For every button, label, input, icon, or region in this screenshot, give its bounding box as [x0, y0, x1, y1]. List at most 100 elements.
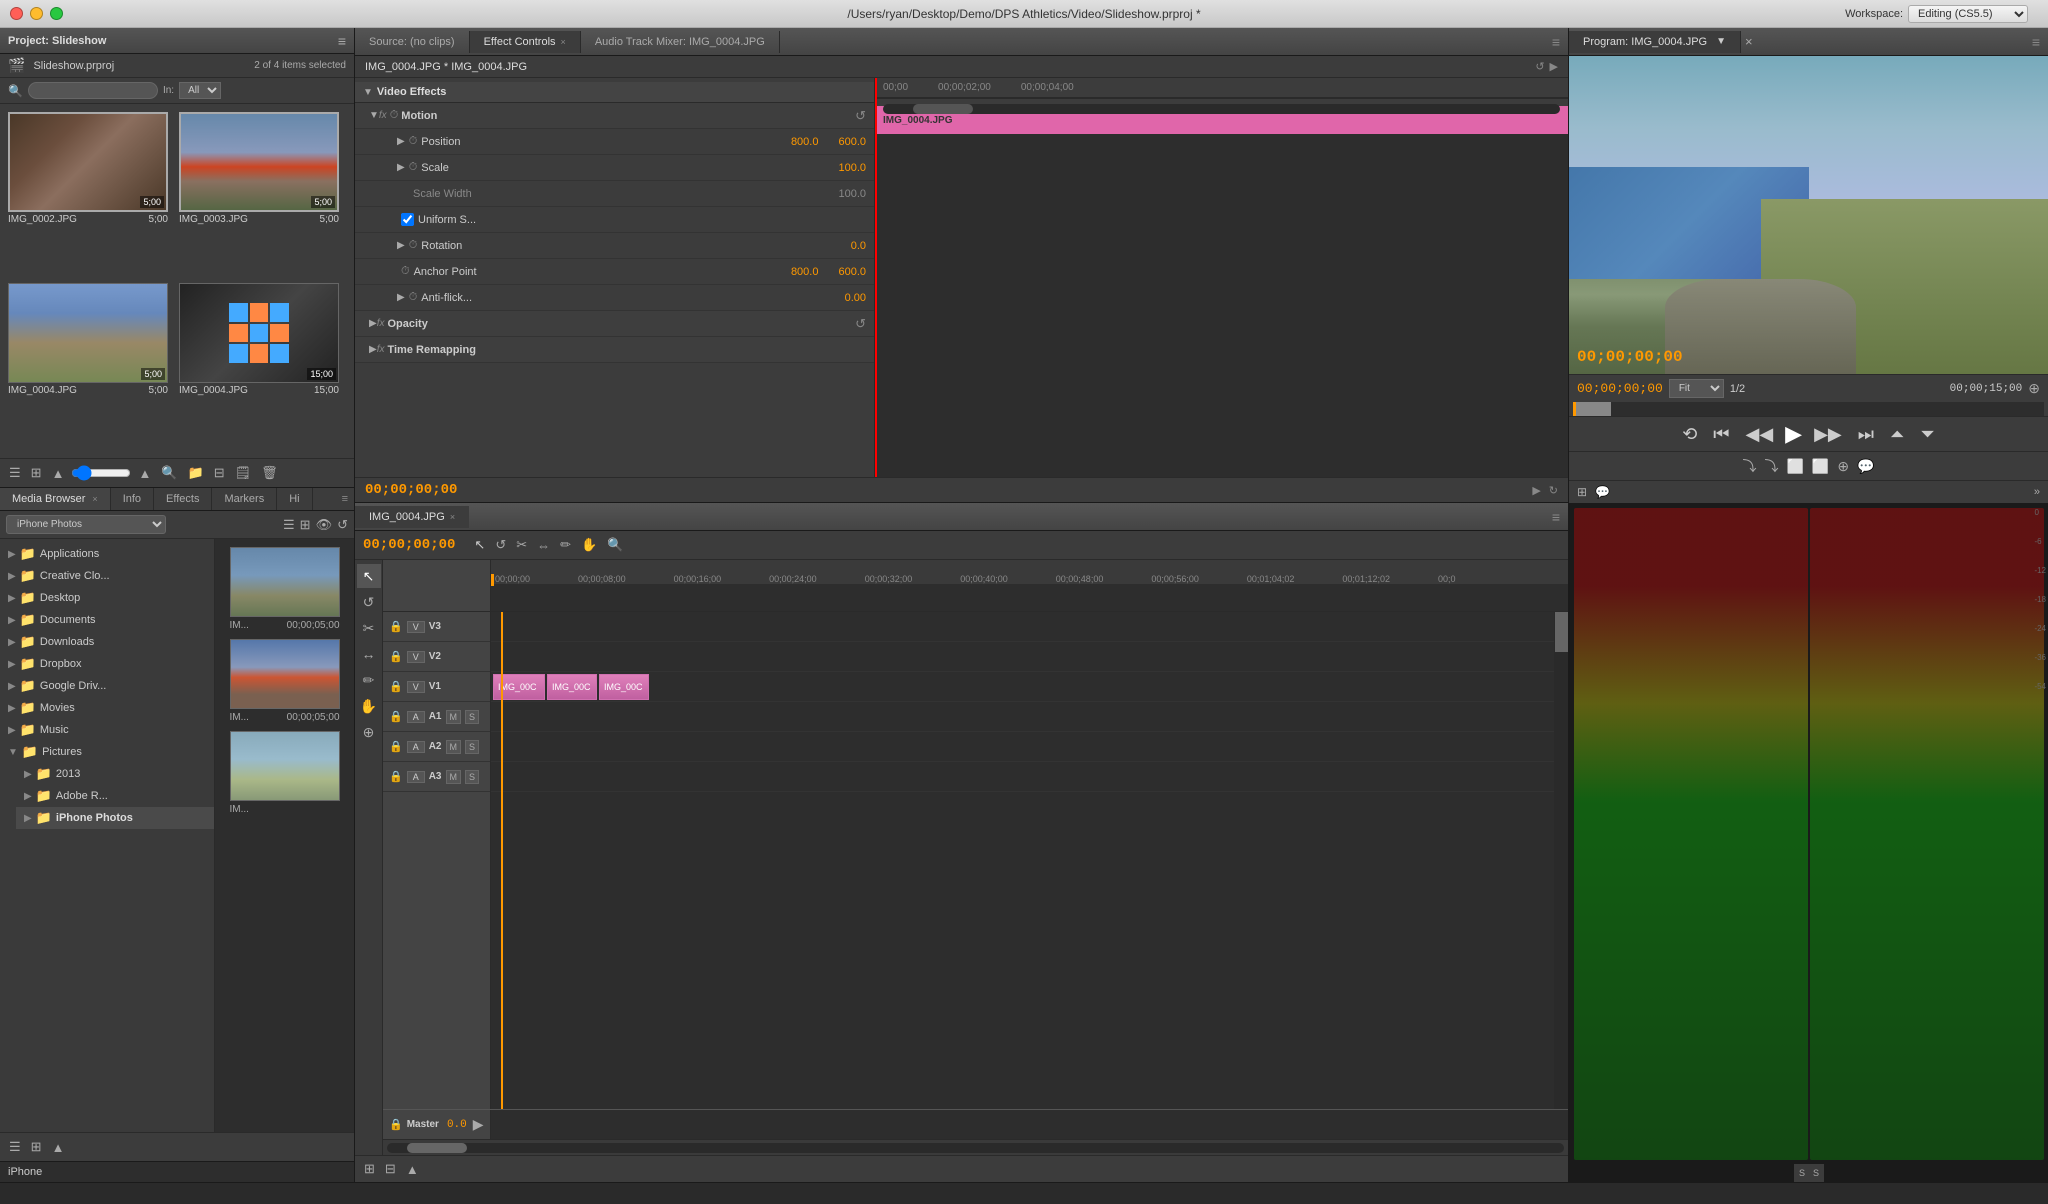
- a3-mute-btn[interactable]: M: [446, 770, 462, 784]
- tl-right-scrollbar[interactable]: [1554, 612, 1568, 1109]
- a2-toggle[interactable]: A: [407, 741, 425, 753]
- close-icon[interactable]: ×: [92, 494, 97, 504]
- antiflicker-toggle[interactable]: ▶: [397, 292, 405, 303]
- v2-toggle[interactable]: V: [407, 651, 425, 663]
- in-select[interactable]: All: [179, 82, 221, 99]
- motion-toggle[interactable]: ▼: [369, 110, 379, 121]
- maximize-button[interactable]: [50, 7, 63, 20]
- a3-toggle[interactable]: A: [407, 771, 425, 783]
- tl-tool-zoom[interactable]: ⊕: [357, 720, 381, 744]
- clear-btn[interactable]: ⊟: [211, 463, 228, 483]
- prog-extra-icon-1[interactable]: ⊞: [1577, 485, 1587, 499]
- thumbnail-image[interactable]: 15;00: [179, 283, 339, 383]
- uniform-scale-checkbox[interactable]: [401, 213, 414, 226]
- transport-step-fwd-btn[interactable]: ⏭: [1854, 422, 1878, 447]
- a1-mute-btn[interactable]: M: [446, 710, 462, 724]
- tl-track-row-v2[interactable]: [491, 642, 1554, 672]
- thumbnail-size-slider[interactable]: [71, 469, 131, 477]
- a1-solo-btn[interactable]: S: [465, 710, 479, 724]
- meter-label-s[interactable]: S: [1796, 1168, 1808, 1178]
- thumbnail-image[interactable]: 5;00: [179, 112, 339, 212]
- tl-hand-tool[interactable]: ✋: [578, 535, 600, 555]
- rotation-toggle[interactable]: ▶: [397, 240, 405, 251]
- meter-label-s2[interactable]: S: [1810, 1168, 1822, 1178]
- tl-razor-tool[interactable]: ✂: [513, 535, 530, 555]
- ec-timecode-display[interactable]: 00;00;00;00: [365, 482, 457, 498]
- prog-insert-btn[interactable]: ⤵: [1742, 456, 1756, 476]
- ec-loop-icon[interactable]: ↻: [1549, 484, 1558, 497]
- tree-item-iphone[interactable]: ▶ 📁 iPhone Photos: [16, 807, 214, 829]
- prog-comment-btn[interactable]: 💬: [1857, 458, 1874, 475]
- position-toggle[interactable]: ▶: [397, 136, 405, 147]
- tl-tab-close-icon[interactable]: ×: [450, 512, 455, 522]
- thumbnail-item[interactable]: 5;00 IMG_0002.JPG 5;00: [8, 112, 175, 279]
- tree-item-adober[interactable]: ▶ 📁 Adobe R...: [16, 785, 214, 807]
- rotation-value[interactable]: 0.0: [851, 240, 866, 252]
- tl-tool-ripple[interactable]: ↺: [357, 590, 381, 614]
- v3-lock-icon[interactable]: 🔒: [389, 620, 403, 633]
- master-send-icon[interactable]: ▶: [473, 1116, 484, 1133]
- ec-scroll-thumb[interactable]: [913, 104, 973, 114]
- antiflicker-value[interactable]: 0.00: [845, 292, 866, 304]
- thumbnail-item[interactable]: 5;00 IMG_0004.JPG 5;00: [8, 283, 175, 450]
- tl-vscroll-thumb[interactable]: [1555, 612, 1568, 652]
- close-button[interactable]: [10, 7, 23, 20]
- tl-ripple-tool[interactable]: ↺: [492, 535, 509, 555]
- tab-timeline[interactable]: IMG_0004.JPG ×: [355, 506, 469, 528]
- tab-program[interactable]: Program: IMG_0004.JPG ▼: [1569, 31, 1741, 53]
- antiflicker-row[interactable]: ▶ ⏱ Anti-flick... 0.00: [355, 285, 874, 311]
- ec-play-icon[interactable]: ▶: [1532, 484, 1540, 497]
- tl-select-tool[interactable]: ↖: [471, 535, 488, 555]
- tl-tool-slip[interactable]: ↔: [357, 642, 381, 666]
- tree-item-applications[interactable]: ▶ 📁 Applications: [0, 543, 214, 565]
- program-close-btn[interactable]: ×: [1745, 34, 1753, 49]
- media-refresh-btn[interactable]: ↺: [337, 517, 348, 533]
- ec-tab-close-icon[interactable]: ×: [561, 37, 566, 47]
- transport-mark-out-btn[interactable]: ⏷: [1916, 422, 1938, 447]
- ec-panel-menu[interactable]: ≡: [1552, 34, 1560, 50]
- position-x-value[interactable]: 800.0: [791, 136, 819, 148]
- opacity-reset-icon[interactable]: ↺: [855, 316, 866, 332]
- tl-track-row-a1[interactable]: [491, 702, 1554, 732]
- tl-panel-menu[interactable]: ≡: [1552, 509, 1560, 525]
- tree-item-creative[interactable]: ▶ 📁 Creative Clo...: [0, 565, 214, 587]
- anchor-x-value[interactable]: 800.0: [791, 266, 819, 278]
- panel-menu-icon[interactable]: ≡: [342, 493, 348, 505]
- thumbnail-item[interactable]: 15;00 IMG_0004.JPG 15;00: [179, 283, 346, 450]
- tl-ruler[interactable]: 00;00;00 00;00;08;00 00;00;16;00 00;00;2…: [491, 560, 1568, 611]
- motion-row[interactable]: ▼ fx ⏱ Motion ↺: [355, 103, 874, 129]
- freeform-view-btn[interactable]: ▲: [49, 464, 68, 483]
- time-remap-row[interactable]: ▶ fx Time Remapping: [355, 337, 874, 363]
- media-preview-item[interactable]: IM... 00;00;05;00: [223, 547, 346, 631]
- tl-settings-btn[interactable]: ⊞: [361, 1159, 378, 1179]
- a2-mute-btn[interactable]: M: [446, 740, 462, 754]
- project-panel-menu[interactable]: ≡: [338, 33, 346, 49]
- prog-tc-display[interactable]: 00;00;00;00: [1577, 381, 1663, 396]
- tl-arrow-up-btn[interactable]: ▲: [403, 1160, 422, 1179]
- a1-lock-icon[interactable]: 🔒: [389, 710, 403, 723]
- tl-scroll-thumb[interactable]: [407, 1143, 467, 1153]
- delete-btn[interactable]: 🗑: [258, 463, 281, 483]
- a3-lock-icon[interactable]: 🔒: [389, 770, 403, 783]
- tab-hi[interactable]: Hi: [277, 488, 312, 510]
- tl-clip-3[interactable]: IMG_00C: [599, 674, 649, 700]
- media-grid-btn[interactable]: ⊞: [28, 1137, 45, 1157]
- tree-item-googledrive[interactable]: ▶ 📁 Google Driv...: [0, 675, 214, 697]
- v2-lock-icon[interactable]: 🔒: [389, 650, 403, 663]
- new-item-btn[interactable]: 🗒: [232, 463, 255, 483]
- tab-source[interactable]: Source: (no clips): [355, 31, 470, 53]
- tree-item-movies[interactable]: ▶ 📁 Movies: [0, 697, 214, 719]
- tree-item-dropbox[interactable]: ▶ 📁 Dropbox: [0, 653, 214, 675]
- search-input[interactable]: [28, 82, 158, 99]
- a2-solo-btn[interactable]: S: [465, 740, 479, 754]
- position-row[interactable]: ▶ ⏱ Position 800.0 600.0: [355, 129, 874, 155]
- v3-toggle[interactable]: V: [407, 621, 425, 633]
- program-panel-menu[interactable]: ≡: [2032, 34, 2040, 50]
- list-view-btn[interactable]: ☰: [6, 463, 24, 483]
- icon-view-btn[interactable]: ⊞: [28, 463, 45, 483]
- tab-effects[interactable]: Effects: [154, 488, 212, 510]
- media-thumb-image[interactable]: [230, 639, 340, 709]
- find-btn[interactable]: 🔍: [158, 463, 180, 483]
- prog-fit-select[interactable]: Fit: [1669, 379, 1724, 398]
- prog-extra-icon-2[interactable]: 💬: [1595, 485, 1610, 499]
